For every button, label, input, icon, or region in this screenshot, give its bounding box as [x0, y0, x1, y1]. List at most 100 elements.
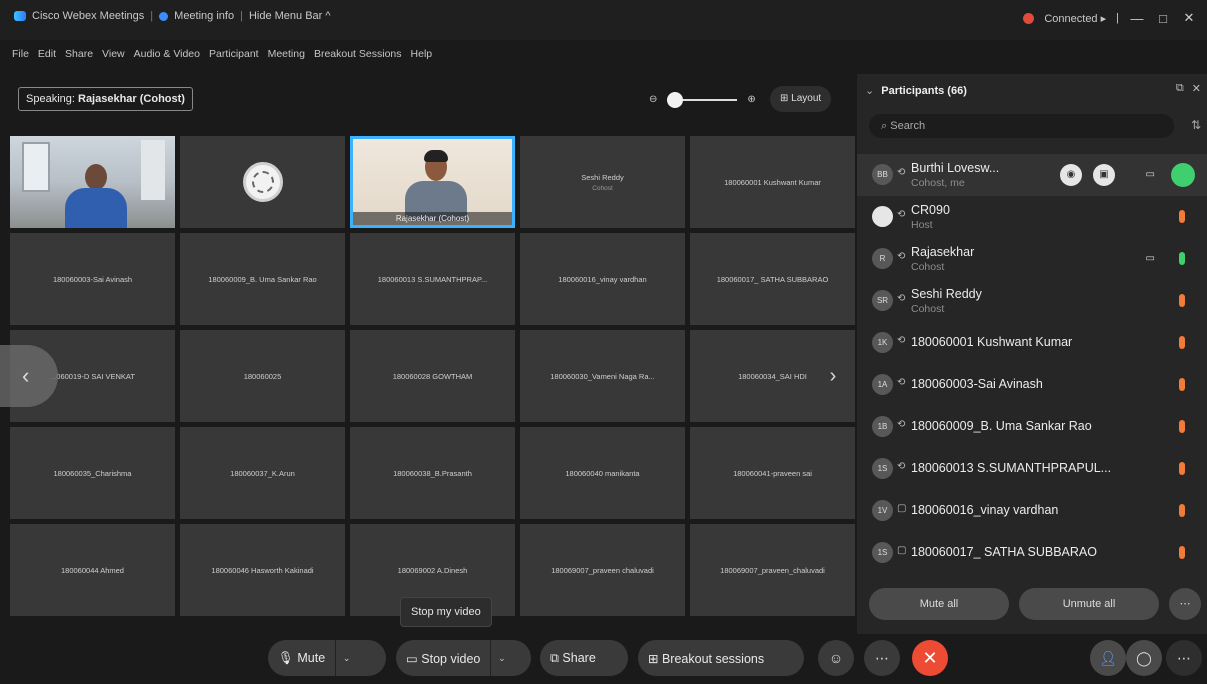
menu-help[interactable]: Help — [411, 48, 433, 60]
close-button[interactable]: ✕ — [1181, 10, 1197, 26]
participant-row[interactable]: SR ⟲ Seshi Reddy Cohost — [857, 280, 1207, 322]
menu-audio-video[interactable]: Audio & Video — [134, 48, 200, 60]
participants-panel: ⌄ Participants (66) ⧉ ✕ ⌕ Search ⇅ BB ⟲ … — [857, 74, 1207, 634]
video-tile[interactable]: 180060017_ SATHA SUBBARAO — [690, 233, 855, 325]
share-button[interactable]: ⧉ Share — [540, 640, 628, 676]
video-tile[interactable]: 180060046 Hasworth Kakinadi — [180, 524, 345, 616]
ellipsis-icon: ⋯ — [875, 649, 889, 666]
camera-icon: ▭ — [1145, 253, 1155, 264]
participant-video-action-icon[interactable]: ▣ — [1093, 164, 1115, 186]
unmute-all-button[interactable]: Unmute all — [1019, 588, 1159, 620]
tile-name: 180069007_praveen_chaluvadi — [720, 565, 825, 575]
video-tile[interactable]: 180060040 manikanta — [520, 427, 685, 519]
video-tile[interactable]: 180069007_praveen chaluvadi — [520, 524, 685, 616]
connection-status[interactable]: Connected ▸ — [1044, 12, 1106, 25]
more-participant-options-button[interactable]: ⋯ — [1169, 588, 1201, 620]
participant-row[interactable]: 1S ▢ 180060017_ SATHA SUBBARAO — [857, 532, 1207, 574]
active-speaker-tile[interactable]: Rajasekhar (Cohost) — [350, 136, 515, 228]
chevron-down-icon[interactable]: ⌄ — [865, 85, 874, 97]
video-tile[interactable]: 180060028 GOWTHAM — [350, 330, 515, 422]
sort-icon[interactable]: ⇅ — [1191, 118, 1201, 132]
tile-name: 180060001 Kushwant Kumar — [724, 177, 821, 187]
hide-menu-bar-button[interactable]: Hide Menu Bar ^ — [249, 10, 331, 22]
menu-share[interactable]: Share — [65, 48, 93, 60]
video-tile[interactable]: 180060041-praveen sai — [690, 427, 855, 519]
chat-panel-button[interactable]: ◯ — [1126, 640, 1162, 676]
mute-all-button[interactable]: Mute all — [869, 588, 1009, 620]
meeting-info-button[interactable]: Meeting info — [174, 10, 234, 22]
zoom-knob[interactable] — [667, 91, 684, 108]
video-tile[interactable] — [10, 136, 175, 228]
video-tile[interactable]: 180060001 Kushwant Kumar — [690, 136, 855, 228]
muted-mic-icon[interactable] — [1179, 378, 1185, 391]
menu-meeting[interactable]: Meeting — [268, 48, 305, 60]
video-tile[interactable]: 180060030_Vameni Naga Ra... — [520, 330, 685, 422]
participant-row[interactable]: ⟲ CR090 Host — [857, 196, 1207, 238]
muted-mic-icon[interactable] — [1179, 504, 1185, 517]
participant-row[interactable]: BB ⟲ Burthi Lovesw... Cohost, me ◉ ▣ ▭ — [857, 154, 1207, 196]
more-panels-button[interactable]: ⋯ — [1166, 640, 1202, 676]
layout-button[interactable]: ⊞ Layout — [770, 86, 832, 112]
video-tile[interactable]: 180060038_B.Prasanth — [350, 427, 515, 519]
muted-mic-icon[interactable] — [1179, 294, 1185, 307]
participant-search-input[interactable]: ⌕ Search — [869, 114, 1174, 138]
next-page-button[interactable]: › — [820, 363, 846, 389]
participant-row[interactable]: 1V ▢ 180060016_vinay vardhan — [857, 490, 1207, 532]
popout-icon[interactable]: ⧉ — [1176, 82, 1184, 95]
participant-row[interactable]: R ⟲ Rajasekhar Cohost ▭ — [857, 238, 1207, 280]
video-tile[interactable]: 180060035_Charishma — [10, 427, 175, 519]
audio-connection-icon: ⟲ — [897, 335, 906, 346]
more-options-button[interactable]: ⋯ — [864, 640, 900, 676]
maximize-button[interactable]: □ — [1155, 11, 1171, 26]
avatar: 1S — [872, 458, 893, 479]
participants-panel-button[interactable]: 👤︎ — [1090, 640, 1126, 676]
participant-row[interactable]: 1S ⟲ 180060013 S.SUMANTHPRAPUL... — [857, 448, 1207, 490]
menu-participant[interactable]: Participant — [209, 48, 259, 60]
video-tile[interactable]: 180060013 S.SUMANTHPRAP... — [350, 233, 515, 325]
mute-options-chevron-icon[interactable]: ⌄ — [335, 640, 357, 676]
video-tile[interactable]: 180069007_praveen_chaluvadi — [690, 524, 855, 616]
video-options-chevron-icon[interactable]: ⌄ — [490, 640, 512, 676]
participant-name: 180060016_vinay vardhan — [911, 503, 1059, 517]
video-tile[interactable]: 180060003-Sai Avinash — [10, 233, 175, 325]
zoom-out-icon[interactable]: ⊖ — [649, 94, 657, 105]
minimize-button[interactable]: — — [1129, 11, 1145, 26]
muted-mic-icon[interactable] — [1179, 546, 1185, 559]
tile-name: 180060034_SAI HDI — [738, 371, 807, 381]
participant-name: Seshi Reddy — [911, 287, 982, 301]
muted-mic-icon[interactable] — [1179, 462, 1185, 475]
participant-row[interactable]: 1A ⟲ 180060003-Sai Avinash — [857, 364, 1207, 406]
video-tile[interactable]: 180060037_K.Arun — [180, 427, 345, 519]
participant-row[interactable]: 1B ⟲ 180060009_B. Uma Sankar Rao — [857, 406, 1207, 448]
video-tile[interactable] — [180, 136, 345, 228]
muted-mic-icon[interactable] — [1179, 420, 1185, 433]
participants-header[interactable]: ⌄ Participants (66) — [865, 84, 967, 97]
close-panel-icon[interactable]: ✕ — [1192, 82, 1201, 95]
stop-video-label: Stop video — [421, 651, 481, 666]
active-mic-icon[interactable] — [1179, 252, 1185, 265]
video-tile[interactable]: Seshi Reddy Cohost — [520, 136, 685, 228]
reactions-button[interactable]: ☺ — [818, 640, 854, 676]
video-tile[interactable]: 180060044 Ahmed — [10, 524, 175, 616]
end-meeting-button[interactable]: ✕ — [912, 640, 948, 676]
video-tile[interactable]: 180060025 — [180, 330, 345, 422]
participant-row[interactable]: 1K ⟲ 180060001 Kushwant Kumar — [857, 322, 1207, 364]
video-tile[interactable]: 180060009_B. Uma Sankar Rao — [180, 233, 345, 325]
share-label: Share — [562, 650, 596, 665]
mute-button[interactable]: 🎙︎ Mute ⌄ — [268, 640, 386, 676]
menu-view[interactable]: View — [102, 48, 125, 60]
muted-mic-icon[interactable] — [1179, 336, 1185, 349]
desktop-app-icon: ▢ — [897, 545, 907, 556]
participant-audio-action-icon[interactable]: ◉ — [1060, 164, 1082, 186]
menu-edit[interactable]: Edit — [38, 48, 56, 60]
stop-video-button[interactable]: ▭ Stop video ⌄ — [396, 640, 531, 676]
menu-breakout-sessions[interactable]: Breakout Sessions — [314, 48, 402, 60]
breakout-sessions-button[interactable]: ⊞ Breakout sessions — [638, 640, 804, 676]
zoom-track[interactable] — [667, 91, 738, 108]
video-tile[interactable]: 180060016_vinay vardhan — [520, 233, 685, 325]
zoom-in-icon[interactable]: ⊕ — [747, 94, 755, 105]
zoom-slider[interactable]: ⊖ ⊕ — [649, 91, 756, 108]
muted-mic-icon[interactable] — [1179, 210, 1185, 223]
menu-file[interactable]: File — [12, 48, 29, 60]
active-mic-icon[interactable] — [1171, 163, 1195, 187]
